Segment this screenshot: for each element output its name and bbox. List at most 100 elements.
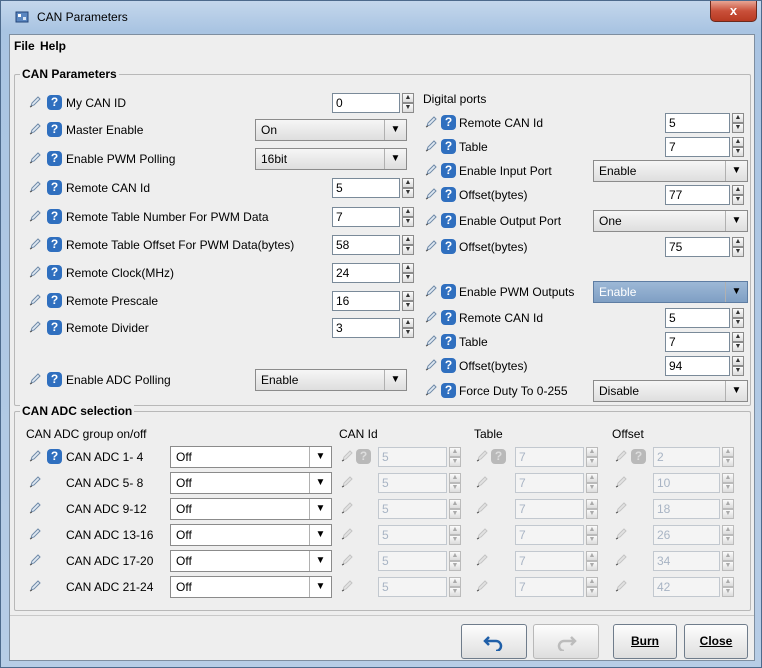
help-remote_can_id-icon[interactable]: ?: [47, 180, 62, 195]
undo-button[interactable]: [461, 624, 527, 659]
spinner-remote_prescale-input[interactable]: 16: [332, 291, 400, 311]
spin-down-icon[interactable]: ▼: [732, 318, 744, 328]
spinner-adc-canid-5-input[interactable]: 5: [378, 577, 447, 597]
edit-adc-canid-0-icon[interactable]: [341, 450, 353, 462]
select-digital-enable_output_port[interactable]: One ▼: [593, 210, 748, 232]
spin-up-icon[interactable]: ▲: [722, 551, 734, 561]
edit-adc-canid-3-icon[interactable]: [341, 528, 353, 540]
select-adc-row-3[interactable]: Off ▼: [170, 524, 332, 546]
help-digital-output_offset-icon[interactable]: ?: [441, 239, 456, 254]
select-pwm-enable_pwm_outputs[interactable]: Enable ▼: [593, 281, 748, 303]
edit-adc-offset-1-icon[interactable]: [615, 476, 627, 488]
edit-adc-offset-0-icon[interactable]: [615, 450, 627, 462]
spinner-adc-table-5-input[interactable]: 7: [515, 577, 584, 597]
select-adc-row-5[interactable]: Off ▼: [170, 576, 332, 598]
edit-adc-row-5-icon[interactable]: [29, 580, 41, 592]
help-remote_clock-icon[interactable]: ?: [47, 265, 62, 280]
help-pwm-enable_pwm_outputs-icon[interactable]: ?: [441, 284, 456, 299]
edit-pwm-enable_pwm_outputs-icon[interactable]: [425, 285, 437, 297]
spin-down-icon[interactable]: ▼: [732, 123, 744, 133]
spinner-pwm-remote_can_id-input[interactable]: 5: [665, 308, 730, 328]
spinner-digital-input_offset-input[interactable]: 77: [665, 185, 730, 205]
edit-digital-enable_input_port-icon[interactable]: [425, 164, 437, 176]
edit-adc-canid-5-icon[interactable]: [341, 580, 353, 592]
spin-up-icon[interactable]: ▲: [586, 473, 598, 483]
help-pwm-offset-icon[interactable]: ?: [441, 358, 456, 373]
edit-remote_divider-icon[interactable]: [29, 321, 41, 333]
spin-up-icon[interactable]: ▲: [732, 185, 744, 195]
spin-down-icon[interactable]: ▼: [722, 535, 734, 545]
spin-up-icon[interactable]: ▲: [586, 499, 598, 509]
edit-adc-table-5-icon[interactable]: [476, 580, 488, 592]
window-close-button[interactable]: x: [710, 1, 757, 22]
spinner-adc-offset-4-input[interactable]: 34: [653, 551, 720, 571]
edit-digital-enable_output_port-icon[interactable]: [425, 214, 437, 226]
spin-down-icon[interactable]: ▼: [722, 457, 734, 467]
spin-down-icon[interactable]: ▼: [732, 147, 744, 157]
edit-pwm-offset-icon[interactable]: [425, 359, 437, 371]
spinner-adc-table-3-input[interactable]: 7: [515, 525, 584, 545]
spinner-adc-offset-5-input[interactable]: 42: [653, 577, 720, 597]
edit-remote_can_id-icon[interactable]: [29, 181, 41, 193]
spin-down-icon[interactable]: ▼: [732, 342, 744, 352]
spinner-my_can_id-input[interactable]: 0: [332, 93, 400, 113]
help-my_can_id-icon[interactable]: ?: [47, 95, 62, 110]
spin-up-icon[interactable]: ▲: [722, 525, 734, 535]
spin-up-icon[interactable]: ▲: [449, 551, 461, 561]
help-adc-row-0-icon[interactable]: ?: [47, 449, 62, 464]
spin-up-icon[interactable]: ▲: [732, 332, 744, 342]
spin-up-icon[interactable]: ▲: [402, 178, 414, 188]
spin-up-icon[interactable]: ▲: [449, 577, 461, 587]
spinner-remote_divider-input[interactable]: 3: [332, 318, 400, 338]
spin-up-icon[interactable]: ▲: [732, 237, 744, 247]
edit-adc-row-2-icon[interactable]: [29, 502, 41, 514]
edit-remote_table_pwm-icon[interactable]: [29, 210, 41, 222]
spin-down-icon[interactable]: ▼: [732, 195, 744, 205]
help-remote_table_pwm-icon[interactable]: ?: [47, 209, 62, 224]
spin-up-icon[interactable]: ▲: [449, 473, 461, 483]
spin-down-icon[interactable]: ▼: [732, 247, 744, 257]
edit-adc-canid-2-icon[interactable]: [341, 502, 353, 514]
select-digital-enable_input_port[interactable]: Enable ▼: [593, 160, 748, 182]
edit-adc-table-4-icon[interactable]: [476, 554, 488, 566]
spin-up-icon[interactable]: ▲: [586, 577, 598, 587]
spinner-adc-offset-3-input[interactable]: 26: [653, 525, 720, 545]
help-master_enable-icon[interactable]: ?: [47, 122, 62, 137]
spin-up-icon[interactable]: ▲: [732, 137, 744, 147]
spin-down-icon[interactable]: ▼: [449, 535, 461, 545]
spin-down-icon[interactable]: ▼: [402, 188, 414, 198]
spin-up-icon[interactable]: ▲: [722, 473, 734, 483]
edit-adc-offset-5-icon[interactable]: [615, 580, 627, 592]
help-digital-enable_output_port-icon[interactable]: ?: [441, 213, 456, 228]
help-digital-enable_input_port-icon[interactable]: ?: [441, 163, 456, 178]
edit-digital-remote_can_id-icon[interactable]: [425, 116, 437, 128]
edit-adc-row-4-icon[interactable]: [29, 554, 41, 566]
spin-down-icon[interactable]: ▼: [449, 483, 461, 493]
spin-down-icon[interactable]: ▼: [722, 509, 734, 519]
spinner-digital-remote_can_id-input[interactable]: 5: [665, 113, 730, 133]
spin-up-icon[interactable]: ▲: [402, 263, 414, 273]
edit-remote_clock-icon[interactable]: [29, 266, 41, 278]
spinner-adc-canid-3-input[interactable]: 5: [378, 525, 447, 545]
spinner-adc-canid-2-input[interactable]: 5: [378, 499, 447, 519]
spin-up-icon[interactable]: ▲: [402, 318, 414, 328]
edit-adc-row-3-icon[interactable]: [29, 528, 41, 540]
select-enable_adc_polling[interactable]: Enable ▼: [255, 369, 407, 391]
edit-adc-row-0-icon[interactable]: [29, 450, 41, 462]
spinner-pwm-offset-input[interactable]: 94: [665, 356, 730, 376]
edit-adc-table-3-icon[interactable]: [476, 528, 488, 540]
spin-up-icon[interactable]: ▲: [586, 525, 598, 535]
edit-my_can_id-icon[interactable]: [29, 96, 41, 108]
spin-down-icon[interactable]: ▼: [586, 535, 598, 545]
spinner-adc-offset-1-input[interactable]: 10: [653, 473, 720, 493]
redo-button[interactable]: [533, 624, 599, 659]
spin-up-icon[interactable]: ▲: [586, 551, 598, 561]
help-pwm-remote_can_id-icon[interactable]: ?: [441, 310, 456, 325]
edit-adc-canid-1-icon[interactable]: [341, 476, 353, 488]
spin-up-icon[interactable]: ▲: [402, 93, 414, 103]
spin-up-icon[interactable]: ▲: [449, 499, 461, 509]
help-pwm-force_duty-icon[interactable]: ?: [441, 383, 456, 398]
help-digital-remote_can_id-icon[interactable]: ?: [441, 115, 456, 130]
edit-adc-table-0-icon[interactable]: [476, 450, 488, 462]
help-adc-offset-icon[interactable]: ?: [631, 449, 646, 464]
